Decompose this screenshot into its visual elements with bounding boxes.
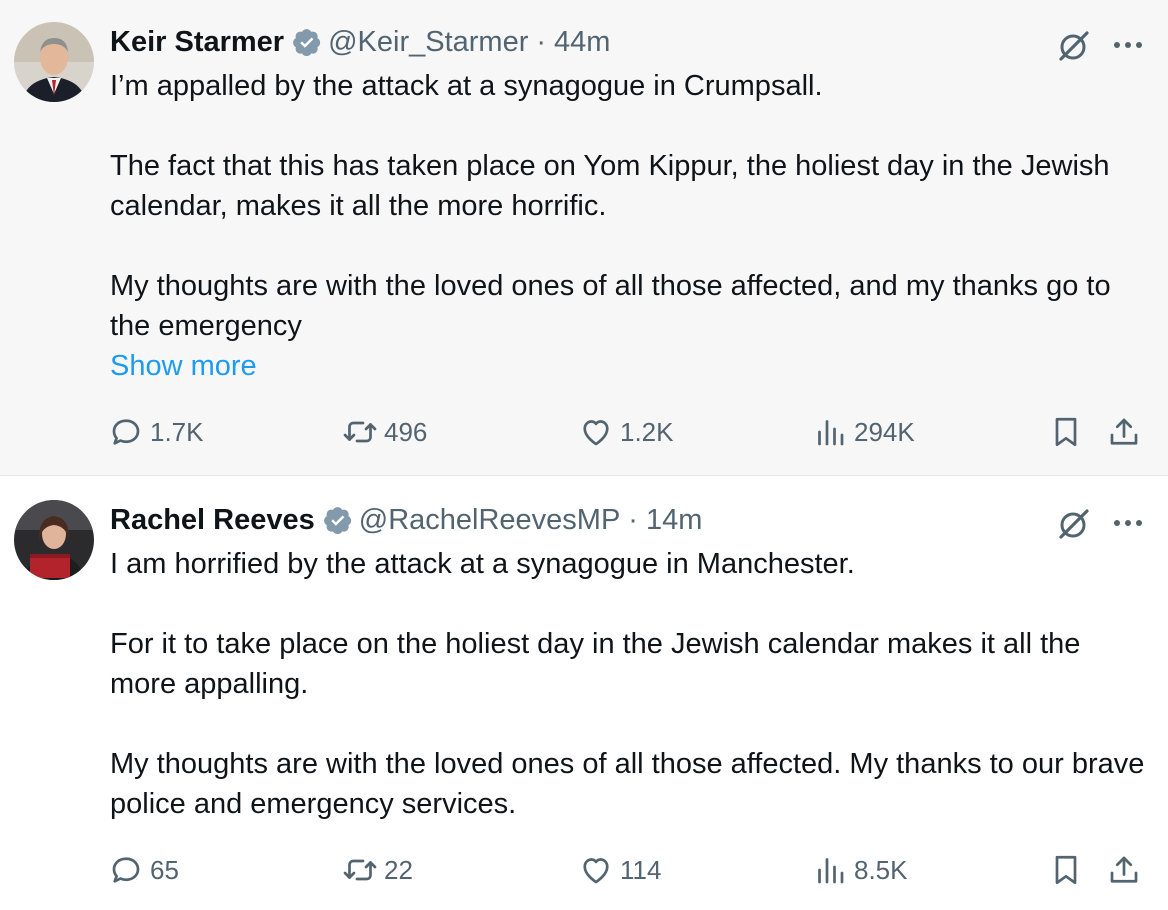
bookmark-icon xyxy=(1055,855,1077,885)
like-button[interactable]: 114 xyxy=(578,850,661,890)
verified-badge-icon xyxy=(323,507,351,535)
views-icon xyxy=(818,858,844,884)
tweet-paragraph: My thoughts are with the loved ones of a… xyxy=(110,270,1111,342)
tweet-paragraph: For it to take place on the holiest day … xyxy=(110,628,1081,700)
tweet-rachel-reeves[interactable]: Rachel Reeves @RachelReevesMP · 14m I am… xyxy=(0,476,1168,910)
more-icon[interactable] xyxy=(1110,30,1146,60)
separator-dot: · xyxy=(628,503,638,536)
repost-icon xyxy=(343,859,377,881)
reply-count: 1.7K xyxy=(150,416,204,447)
repost-icon xyxy=(343,421,377,443)
verified-badge-icon xyxy=(293,29,321,57)
tweet-header: Rachel Reeves @RachelReevesMP · 14m xyxy=(110,500,702,540)
views-count: 8.5K xyxy=(854,854,908,885)
share-button[interactable] xyxy=(1106,412,1142,452)
reply-icon xyxy=(112,857,140,883)
share-icon xyxy=(1110,856,1138,883)
tweet-text: I’m appalled by the attack at a synagogu… xyxy=(110,66,1150,386)
like-icon xyxy=(583,420,609,446)
tweet-keir-starmer[interactable]: Keir Starmer @Keir_Starmer · 44m I’m app… xyxy=(0,0,1168,476)
like-icon xyxy=(583,858,609,884)
repost-button[interactable]: 22 xyxy=(342,850,413,890)
tweet-paragraph: My thoughts are with the loved ones of a… xyxy=(110,748,1145,820)
share-icon xyxy=(1110,418,1138,445)
show-more-link[interactable]: Show more xyxy=(110,346,1150,386)
author-name[interactable]: Rachel Reeves xyxy=(110,504,315,537)
action-bar: 65 22 114 8.5K xyxy=(108,850,1148,890)
views-count: 294K xyxy=(854,416,915,447)
like-button[interactable]: 1.2K xyxy=(578,412,674,452)
reply-button[interactable]: 65 xyxy=(108,850,179,890)
grok-icon[interactable] xyxy=(1056,506,1092,542)
separator-dot: · xyxy=(536,25,547,58)
author-name[interactable]: Keir Starmer xyxy=(110,26,284,59)
repost-count: 22 xyxy=(384,854,413,885)
repost-button[interactable]: 496 xyxy=(342,412,427,452)
timestamp[interactable]: 44m xyxy=(554,26,610,59)
views-button[interactable]: 8.5K xyxy=(812,850,908,890)
views-icon xyxy=(818,420,844,446)
views-button[interactable]: 294K xyxy=(812,412,915,452)
grok-icon[interactable] xyxy=(1056,28,1092,64)
more-icon[interactable] xyxy=(1110,508,1146,538)
tweet-paragraph: The fact that this has taken place on Yo… xyxy=(110,150,1110,222)
share-button[interactable] xyxy=(1106,850,1142,890)
tweet-paragraph: I’m appalled by the attack at a synagogu… xyxy=(110,70,823,102)
like-count: 1.2K xyxy=(620,416,674,447)
avatar[interactable] xyxy=(14,500,94,580)
avatar[interactable] xyxy=(14,22,94,102)
bookmark-button[interactable] xyxy=(1048,412,1084,452)
tweet-header: Keir Starmer @Keir_Starmer · 44m xyxy=(110,22,610,62)
timestamp[interactable]: 14m xyxy=(646,504,702,537)
reply-button[interactable]: 1.7K xyxy=(108,412,204,452)
bookmark-button[interactable] xyxy=(1048,850,1084,890)
action-bar: 1.7K 496 1.2K 294K xyxy=(108,412,1148,452)
reply-count: 65 xyxy=(150,854,179,885)
like-count: 114 xyxy=(620,854,662,885)
tweet-text: I am horrified by the attack at a synago… xyxy=(110,544,1150,824)
reply-icon xyxy=(112,419,140,445)
author-handle[interactable]: @RachelReevesMP xyxy=(359,504,621,537)
author-handle[interactable]: @Keir_Starmer xyxy=(328,26,528,59)
tweet-paragraph: I am horrified by the attack at a synago… xyxy=(110,548,855,580)
repost-count: 496 xyxy=(384,416,428,447)
bookmark-icon xyxy=(1055,417,1077,447)
